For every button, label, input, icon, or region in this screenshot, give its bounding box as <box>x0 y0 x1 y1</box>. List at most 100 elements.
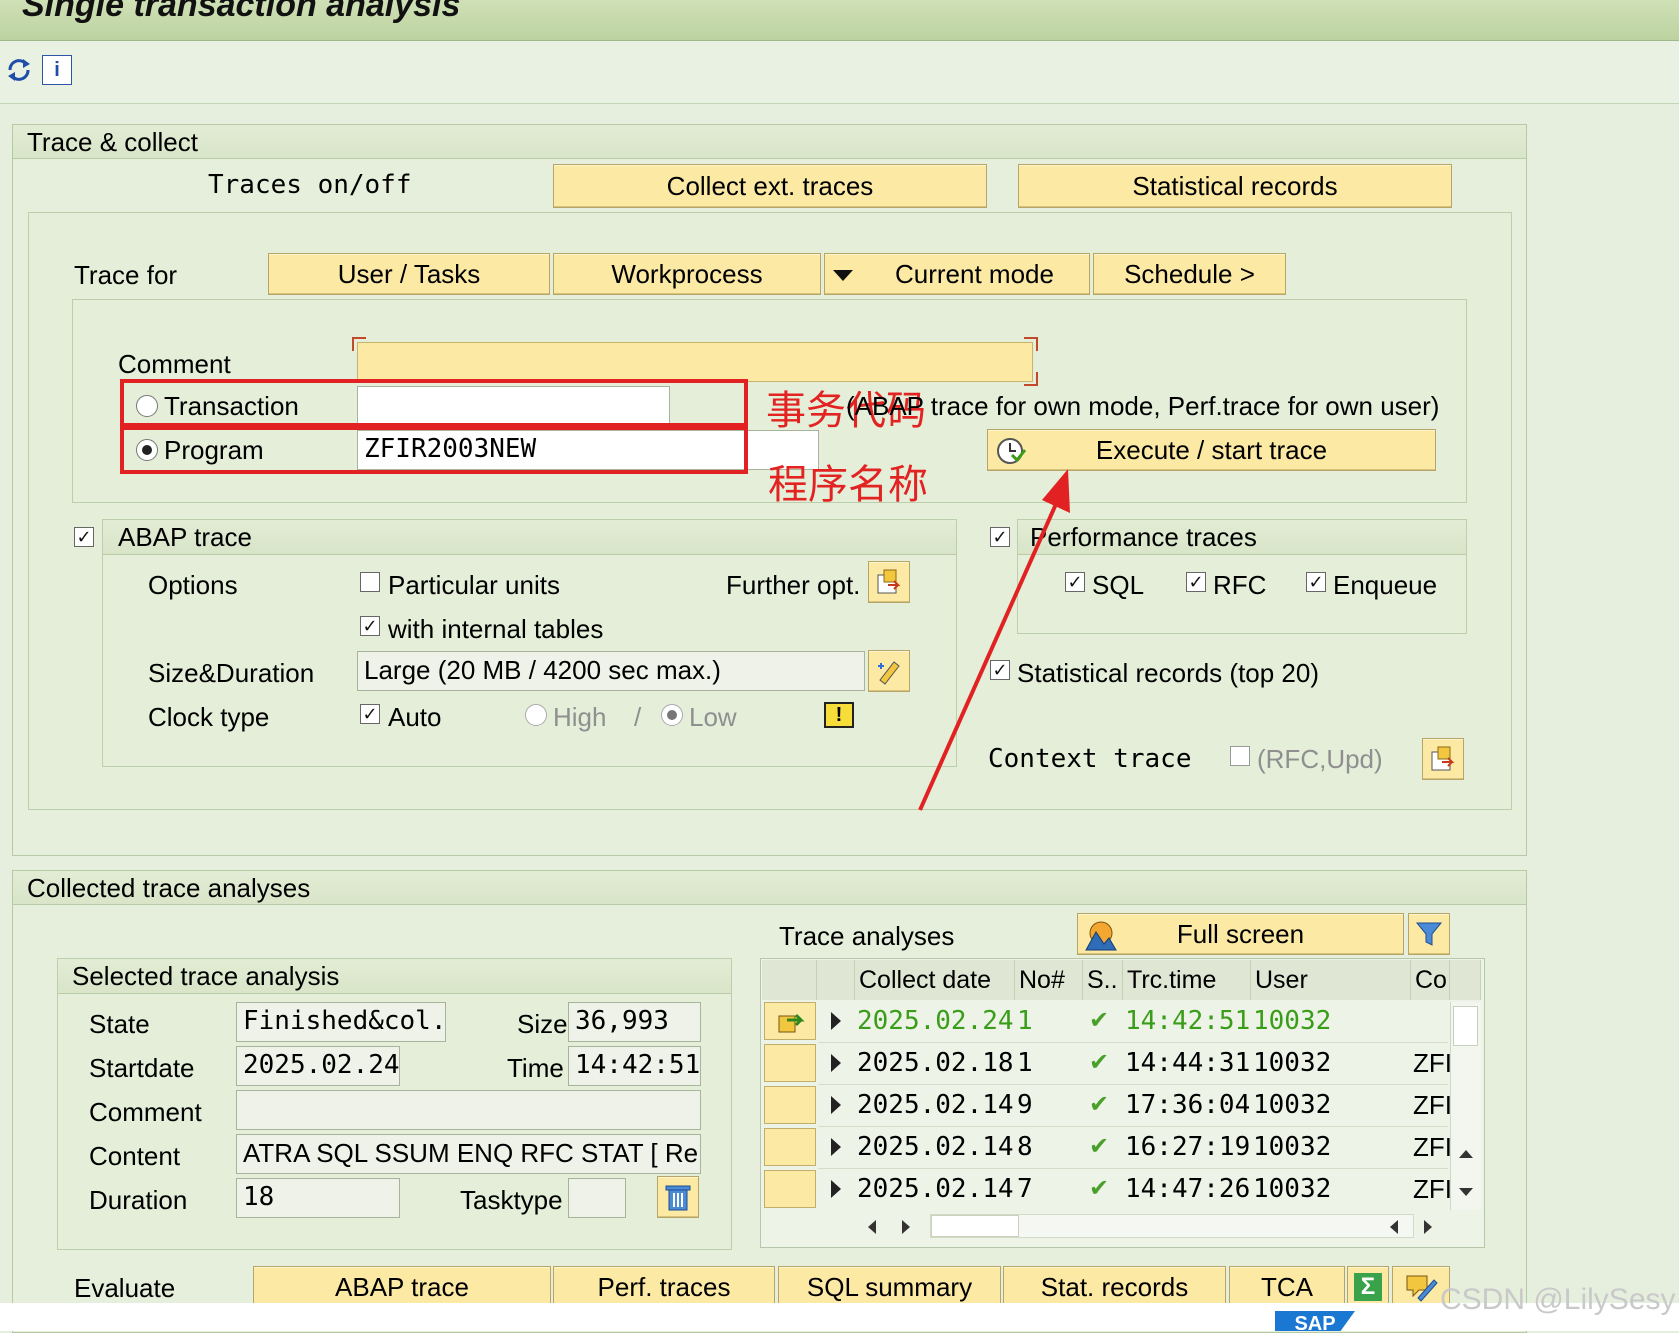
full-screen-button[interactable]: Full screen <box>1077 913 1404 955</box>
rfc-upd-checkbox[interactable] <box>1230 746 1250 766</box>
abap-trace-checkbox[interactable]: ✓ <box>74 527 94 547</box>
table-cell-no: 1 <box>1017 1048 1033 1078</box>
column-header-trc-time[interactable]: Trc.time <box>1123 960 1251 1000</box>
context-trace-options-button[interactable] <box>1422 738 1464 780</box>
watermark: CSDN @LilySesy <box>1440 1283 1676 1316</box>
field-bracket <box>1024 337 1038 351</box>
filter-button[interactable] <box>1408 913 1450 955</box>
scroll-down-icon[interactable] <box>1459 1188 1473 1196</box>
particular-units-checkbox[interactable] <box>360 572 380 592</box>
size-field: 36,993 <box>568 1002 701 1042</box>
table-cell-date: 2025.02.14 <box>857 1132 1014 1162</box>
duration-field: 18 <box>236 1178 400 1218</box>
delete-button[interactable] <box>657 1176 699 1218</box>
full-screen-icon <box>1084 918 1118 959</box>
column-header-collect-date[interactable]: Collect date <box>855 960 1015 1000</box>
user-tasks-button[interactable]: User / Tasks <box>268 253 550 295</box>
evaluate-abap-trace-button[interactable]: ABAP trace <box>253 1266 551 1308</box>
scrollbar-thumb[interactable] <box>1453 1006 1478 1046</box>
title-bar: Single transaction analysis <box>0 0 1679 41</box>
horizontal-track[interactable] <box>930 1214 1414 1238</box>
evaluate-sql-summary-button[interactable]: SQL summary <box>778 1266 1001 1308</box>
status-ok-icon: ✔ <box>1089 1091 1110 1118</box>
field-bracket <box>352 337 366 351</box>
size-label: Size <box>517 1009 568 1039</box>
table-cell-user: 10032 <box>1253 1006 1332 1036</box>
comment-input[interactable] <box>357 342 1033 382</box>
evaluate-tca-button[interactable]: TCA <box>1229 1266 1345 1308</box>
schedule-button[interactable]: Schedule > <box>1093 253 1286 295</box>
row-selector[interactable] <box>764 1044 816 1082</box>
table-cell-date: 2025.02.24 <box>857 1006 1014 1036</box>
evaluate-stat-records-button[interactable]: Stat. records <box>1003 1266 1226 1308</box>
with-internal-tables-checkbox[interactable]: ✓ <box>360 616 380 636</box>
column-header-user[interactable]: User <box>1251 960 1411 1000</box>
row-selector[interactable] <box>764 1002 816 1040</box>
row-selector[interactable] <box>764 1170 816 1208</box>
table-expand-column <box>817 960 855 1000</box>
comment-label: Comment <box>118 349 231 379</box>
abap-trace-header: ABAP trace <box>118 522 252 552</box>
table-cell-time: 14:44:31 <box>1125 1048 1251 1078</box>
info-icon[interactable]: i <box>42 55 72 85</box>
table-cell-time: 14:47:26 <box>1125 1174 1251 1204</box>
warning-icon[interactable]: ! <box>824 702 854 728</box>
row-selector[interactable] <box>764 1128 816 1166</box>
annotation-arrow <box>918 469 1070 811</box>
table-vertical-scrollbar[interactable] <box>1450 1002 1481 1210</box>
table-cell-date: 2025.02.18 <box>857 1048 1014 1078</box>
current-mode-label: Current mode <box>895 258 1054 289</box>
statistical-records-button[interactable]: Statistical records <box>1018 164 1452 208</box>
particular-units-label: Particular units <box>388 570 560 600</box>
low-radio[interactable] <box>661 704 683 726</box>
table-cell-user: 10032 <box>1253 1174 1332 1204</box>
auto-checkbox[interactable]: ✓ <box>360 704 380 724</box>
column-header-status[interactable]: S.. <box>1083 960 1123 1000</box>
collected-header: Collected trace analyses <box>13 871 1526 905</box>
tasktype-field <box>568 1178 626 1218</box>
expand-icon[interactable] <box>831 1096 841 1114</box>
table-cell-time: 17:36:04 <box>1125 1090 1251 1120</box>
status-ok-icon: ✔ <box>1089 1133 1110 1160</box>
content-field: ATRA SQL SSUM ENQ RFC STAT [ Re... <box>236 1134 701 1174</box>
scroll-right-end-icon[interactable] <box>1424 1220 1432 1234</box>
status-strip <box>0 1303 1679 1331</box>
current-mode-button[interactable]: Current mode <box>824 253 1090 295</box>
expand-icon[interactable] <box>831 1012 841 1030</box>
horizontal-thumb[interactable] <box>931 1215 1019 1237</box>
separator-slash: / <box>634 702 642 732</box>
scroll-up-icon[interactable] <box>1459 1150 1473 1158</box>
sum-button[interactable]: Σ <box>1347 1266 1389 1308</box>
rfc-checkbox[interactable]: ✓ <box>1186 572 1206 592</box>
enqueue-checkbox[interactable]: ✓ <box>1306 572 1326 592</box>
startdate-field: 2025.02.24 <box>236 1046 400 1086</box>
row-selector[interactable] <box>764 1086 816 1124</box>
scroll-left-end-icon[interactable] <box>1390 1220 1398 1234</box>
collect-ext-traces-button[interactable]: Collect ext. traces <box>553 164 987 208</box>
column-header-no[interactable]: No# <box>1015 960 1083 1000</box>
size-duration-field[interactable]: Large (20 MB / 4200 sec max.) <box>357 651 865 691</box>
refresh-icon[interactable] <box>4 55 34 90</box>
workprocess-button[interactable]: Workprocess <box>553 253 821 295</box>
sql-label: SQL <box>1092 570 1145 600</box>
table-horizontal-scrollbar[interactable] <box>858 1212 1448 1242</box>
enqueue-label: Enqueue <box>1333 570 1438 600</box>
evaluate-perf-traces-button[interactable]: Perf. traces <box>553 1266 775 1308</box>
table-cell-time: 14:42:51 <box>1125 1006 1251 1036</box>
state-label: State <box>89 1009 150 1039</box>
table-cell-user: 10032 <box>1253 1132 1332 1162</box>
table-cell-date: 2025.02.14 <box>857 1090 1014 1120</box>
table-cell-co: ZFI <box>1413 1174 1450 1204</box>
time-label: Time <box>507 1053 564 1083</box>
column-header-co[interactable]: Co <box>1411 960 1450 1000</box>
scroll-left-icon[interactable] <box>868 1220 876 1234</box>
expand-icon[interactable] <box>831 1138 841 1156</box>
high-radio[interactable] <box>525 704 547 726</box>
scroll-right-icon[interactable] <box>902 1220 910 1234</box>
auto-label: Auto <box>388 702 442 732</box>
expand-icon[interactable] <box>831 1180 841 1198</box>
expand-icon[interactable] <box>831 1054 841 1072</box>
size-duration-label: Size&Duration <box>148 658 315 688</box>
comment-field <box>236 1090 701 1130</box>
table-cell-user: 10032 <box>1253 1090 1332 1120</box>
